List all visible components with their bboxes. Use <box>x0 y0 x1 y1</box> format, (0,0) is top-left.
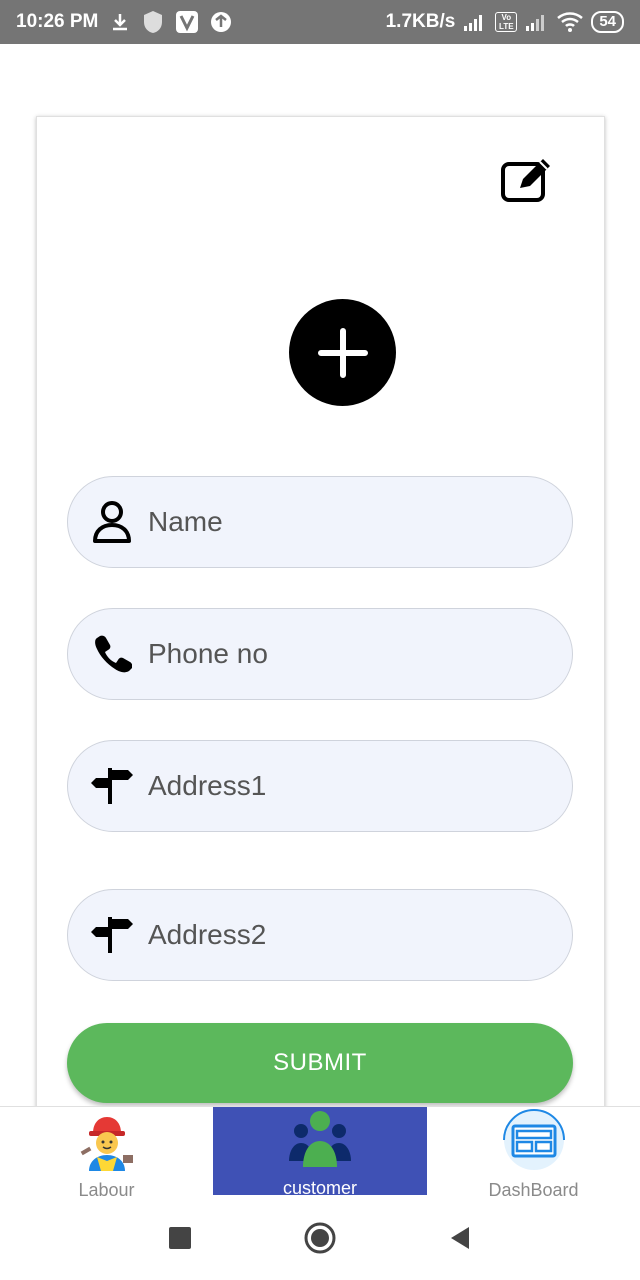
wifi-icon <box>557 12 584 32</box>
status-time: 10:26 PM <box>16 11 99 32</box>
status-bar: 10:26 PM 1.7KB/s Vo LTE 54 <box>0 0 640 44</box>
nav-item-dashboard[interactable]: DashBoard <box>427 1107 640 1200</box>
nav-item-customer[interactable]: customer <box>213 1107 427 1198</box>
signal-icon <box>463 13 487 31</box>
labour-worker-icon <box>77 1109 137 1176</box>
volte-icon: Vo LTE <box>495 12 518 32</box>
signal-icon-2 <box>525 13 549 31</box>
phone-field[interactable] <box>67 608 573 700</box>
signpost-icon <box>68 766 148 806</box>
signpost-icon <box>68 915 148 955</box>
home-circle-icon[interactable] <box>300 1218 340 1258</box>
shield-icon <box>142 10 164 34</box>
customer-group-icon <box>287 1109 353 1174</box>
edit-icon[interactable] <box>500 158 556 204</box>
dashboard-icon <box>502 1109 565 1176</box>
vpn-v-icon <box>176 11 199 33</box>
phone-icon <box>68 634 148 674</box>
phone-input[interactable] <box>148 638 528 670</box>
submit-button[interactable]: SUBMIT <box>67 1023 573 1103</box>
address2-input[interactable] <box>148 919 528 951</box>
address2-field[interactable] <box>67 889 573 981</box>
bottom-navigation: Labour customer DashBoard <box>0 1106 640 1200</box>
recents-square-icon[interactable] <box>160 1218 200 1258</box>
network-speed: 1.7KB/s <box>385 11 456 32</box>
name-field[interactable] <box>67 476 573 568</box>
address1-field[interactable] <box>67 740 573 832</box>
person-icon <box>68 499 148 545</box>
system-navigation-bar <box>0 1196 640 1280</box>
battery-indicator: 54 <box>591 11 624 33</box>
name-input[interactable] <box>148 506 528 538</box>
add-photo-button[interactable] <box>289 299 396 406</box>
torrent-icon <box>210 11 232 33</box>
plus-icon <box>317 327 368 378</box>
nav-item-labour[interactable]: Labour <box>0 1107 213 1200</box>
download-icon <box>110 12 130 32</box>
address1-input[interactable] <box>148 770 528 802</box>
back-triangle-icon[interactable] <box>440 1218 480 1258</box>
